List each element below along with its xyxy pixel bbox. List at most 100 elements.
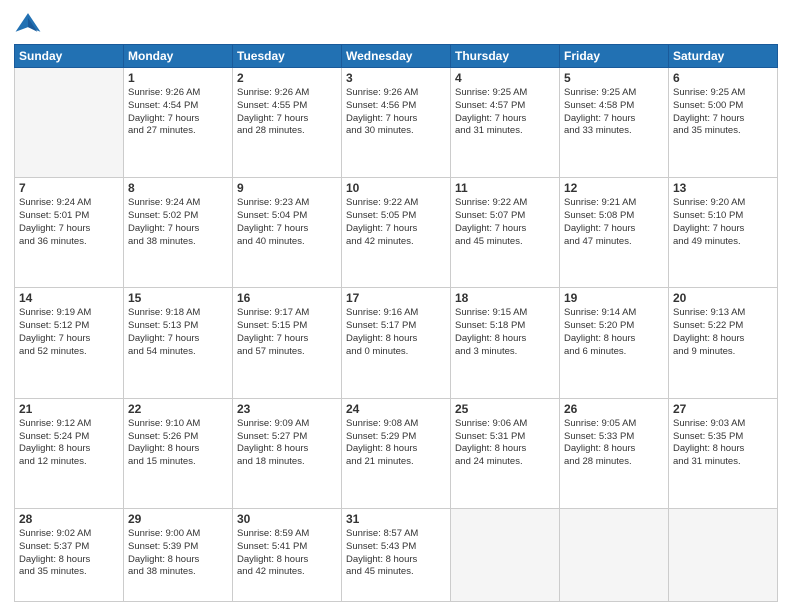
calendar-cell: 5 Sunrise: 9:25 AMSunset: 4:58 PMDaylight… — [560, 68, 669, 178]
calendar-week-row: 14 Sunrise: 9:19 AMSunset: 5:12 PMDayligh… — [15, 288, 778, 398]
day-details: Sunrise: 9:09 AMSunset: 5:27 PMDaylight:… — [237, 418, 337, 469]
calendar-week-row: 28 Sunrise: 9:02 AMSunset: 5:37 PMDayligh… — [15, 508, 778, 601]
calendar-cell: 13 Sunrise: 9:20 AMSunset: 5:10 PMDayligh… — [669, 178, 778, 288]
calendar-cell — [560, 508, 669, 601]
day-details: Sunrise: 9:25 AMSunset: 4:57 PMDaylight:… — [455, 87, 555, 138]
day-details: Sunrise: 8:57 AMSunset: 5:43 PMDaylight:… — [346, 528, 446, 579]
day-number: 22 — [128, 402, 228, 416]
day-number: 9 — [237, 181, 337, 195]
day-details: Sunrise: 9:20 AMSunset: 5:10 PMDaylight:… — [673, 197, 773, 248]
day-details: Sunrise: 9:25 AMSunset: 5:00 PMDaylight:… — [673, 87, 773, 138]
day-number: 23 — [237, 402, 337, 416]
day-details: Sunrise: 9:00 AMSunset: 5:39 PMDaylight:… — [128, 528, 228, 579]
day-details: Sunrise: 9:16 AMSunset: 5:17 PMDaylight:… — [346, 307, 446, 358]
day-number: 14 — [19, 291, 119, 305]
day-details: Sunrise: 9:10 AMSunset: 5:26 PMDaylight:… — [128, 418, 228, 469]
day-number: 29 — [128, 512, 228, 526]
day-details: Sunrise: 9:13 AMSunset: 5:22 PMDaylight:… — [673, 307, 773, 358]
day-details: Sunrise: 9:26 AMSunset: 4:55 PMDaylight:… — [237, 87, 337, 138]
logo — [14, 10, 46, 38]
calendar-cell: 19 Sunrise: 9:14 AMSunset: 5:20 PMDayligh… — [560, 288, 669, 398]
calendar-cell: 1 Sunrise: 9:26 AMSunset: 4:54 PMDaylight… — [124, 68, 233, 178]
day-details: Sunrise: 9:03 AMSunset: 5:35 PMDaylight:… — [673, 418, 773, 469]
day-number: 7 — [19, 181, 119, 195]
day-details: Sunrise: 9:21 AMSunset: 5:08 PMDaylight:… — [564, 197, 664, 248]
calendar-cell: 2 Sunrise: 9:26 AMSunset: 4:55 PMDaylight… — [233, 68, 342, 178]
day-header-monday: Monday — [124, 45, 233, 68]
calendar-header-row: SundayMondayTuesdayWednesdayThursdayFrid… — [15, 45, 778, 68]
day-details: Sunrise: 9:15 AMSunset: 5:18 PMDaylight:… — [455, 307, 555, 358]
calendar-cell: 23 Sunrise: 9:09 AMSunset: 5:27 PMDayligh… — [233, 398, 342, 508]
day-number: 24 — [346, 402, 446, 416]
day-number: 13 — [673, 181, 773, 195]
calendar-cell — [451, 508, 560, 601]
day-number: 28 — [19, 512, 119, 526]
day-number: 1 — [128, 71, 228, 85]
calendar-cell: 25 Sunrise: 9:06 AMSunset: 5:31 PMDayligh… — [451, 398, 560, 508]
calendar-cell: 14 Sunrise: 9:19 AMSunset: 5:12 PMDayligh… — [15, 288, 124, 398]
day-number: 20 — [673, 291, 773, 305]
calendar-cell: 17Sunrise: 9:16 AMSunset: 5:17 PMDayligh… — [342, 288, 451, 398]
calendar-cell: 9 Sunrise: 9:23 AMSunset: 5:04 PMDaylight… — [233, 178, 342, 288]
calendar-cell: 29 Sunrise: 9:00 AMSunset: 5:39 PMDayligh… — [124, 508, 233, 601]
day-number: 31 — [346, 512, 446, 526]
day-number: 2 — [237, 71, 337, 85]
calendar-cell: 11 Sunrise: 9:22 AMSunset: 5:07 PMDayligh… — [451, 178, 560, 288]
day-details: Sunrise: 9:02 AMSunset: 5:37 PMDaylight:… — [19, 528, 119, 579]
calendar-cell: 22 Sunrise: 9:10 AMSunset: 5:26 PMDayligh… — [124, 398, 233, 508]
calendar-cell: 26 Sunrise: 9:05 AMSunset: 5:33 PMDayligh… — [560, 398, 669, 508]
calendar-cell: 20 Sunrise: 9:13 AMSunset: 5:22 PMDayligh… — [669, 288, 778, 398]
day-header-wednesday: Wednesday — [342, 45, 451, 68]
day-number: 6 — [673, 71, 773, 85]
day-number: 21 — [19, 402, 119, 416]
day-number: 16 — [237, 291, 337, 305]
day-number: 25 — [455, 402, 555, 416]
day-number: 5 — [564, 71, 664, 85]
calendar-cell: 6 Sunrise: 9:25 AMSunset: 5:00 PMDaylight… — [669, 68, 778, 178]
day-number: 3 — [346, 71, 446, 85]
day-header-saturday: Saturday — [669, 45, 778, 68]
calendar-cell: 24 Sunrise: 9:08 AMSunset: 5:29 PMDayligh… — [342, 398, 451, 508]
day-number: 19 — [564, 291, 664, 305]
calendar-cell: 12Sunrise: 9:21 AMSunset: 5:08 PMDayligh… — [560, 178, 669, 288]
calendar-cell: 30Sunrise: 8:59 AMSunset: 5:41 PMDayligh… — [233, 508, 342, 601]
day-details: Sunrise: 9:12 AMSunset: 5:24 PMDaylight:… — [19, 418, 119, 469]
day-details: Sunrise: 9:24 AMSunset: 5:01 PMDaylight:… — [19, 197, 119, 248]
calendar-cell: 7 Sunrise: 9:24 AMSunset: 5:01 PMDaylight… — [15, 178, 124, 288]
day-header-friday: Friday — [560, 45, 669, 68]
calendar-cell: 21 Sunrise: 9:12 AMSunset: 5:24 PMDayligh… — [15, 398, 124, 508]
calendar: SundayMondayTuesdayWednesdayThursdayFrid… — [14, 44, 778, 602]
day-number: 26 — [564, 402, 664, 416]
day-number: 18 — [455, 291, 555, 305]
calendar-cell: 3 Sunrise: 9:26 AMSunset: 4:56 PMDaylight… — [342, 68, 451, 178]
page: SundayMondayTuesdayWednesdayThursdayFrid… — [0, 0, 792, 612]
day-details: Sunrise: 9:24 AMSunset: 5:02 PMDaylight:… — [128, 197, 228, 248]
day-details: Sunrise: 9:22 AMSunset: 5:05 PMDaylight:… — [346, 197, 446, 248]
header — [14, 10, 778, 38]
day-details: Sunrise: 9:06 AMSunset: 5:31 PMDaylight:… — [455, 418, 555, 469]
day-details: Sunrise: 9:23 AMSunset: 5:04 PMDaylight:… — [237, 197, 337, 248]
calendar-week-row: 7 Sunrise: 9:24 AMSunset: 5:01 PMDaylight… — [15, 178, 778, 288]
day-number: 11 — [455, 181, 555, 195]
day-number: 4 — [455, 71, 555, 85]
logo-icon — [14, 10, 42, 38]
calendar-cell: 8 Sunrise: 9:24 AMSunset: 5:02 PMDaylight… — [124, 178, 233, 288]
day-details: Sunrise: 9:05 AMSunset: 5:33 PMDaylight:… — [564, 418, 664, 469]
calendar-cell: 27Sunrise: 9:03 AMSunset: 5:35 PMDayligh… — [669, 398, 778, 508]
day-details: Sunrise: 9:26 AMSunset: 4:56 PMDaylight:… — [346, 87, 446, 138]
day-details: Sunrise: 9:14 AMSunset: 5:20 PMDaylight:… — [564, 307, 664, 358]
calendar-cell: 4 Sunrise: 9:25 AMSunset: 4:57 PMDaylight… — [451, 68, 560, 178]
day-details: Sunrise: 9:19 AMSunset: 5:12 PMDaylight:… — [19, 307, 119, 358]
day-number: 8 — [128, 181, 228, 195]
day-details: Sunrise: 9:08 AMSunset: 5:29 PMDaylight:… — [346, 418, 446, 469]
day-number: 10 — [346, 181, 446, 195]
day-details: Sunrise: 9:25 AMSunset: 4:58 PMDaylight:… — [564, 87, 664, 138]
day-details: Sunrise: 9:26 AMSunset: 4:54 PMDaylight:… — [128, 87, 228, 138]
calendar-cell: 10 Sunrise: 9:22 AMSunset: 5:05 PMDayligh… — [342, 178, 451, 288]
day-details: Sunrise: 8:59 AMSunset: 5:41 PMDaylight:… — [237, 528, 337, 579]
day-number: 15 — [128, 291, 228, 305]
day-details: Sunrise: 9:22 AMSunset: 5:07 PMDaylight:… — [455, 197, 555, 248]
day-details: Sunrise: 9:17 AMSunset: 5:15 PMDaylight:… — [237, 307, 337, 358]
day-details: Sunrise: 9:18 AMSunset: 5:13 PMDaylight:… — [128, 307, 228, 358]
day-header-tuesday: Tuesday — [233, 45, 342, 68]
